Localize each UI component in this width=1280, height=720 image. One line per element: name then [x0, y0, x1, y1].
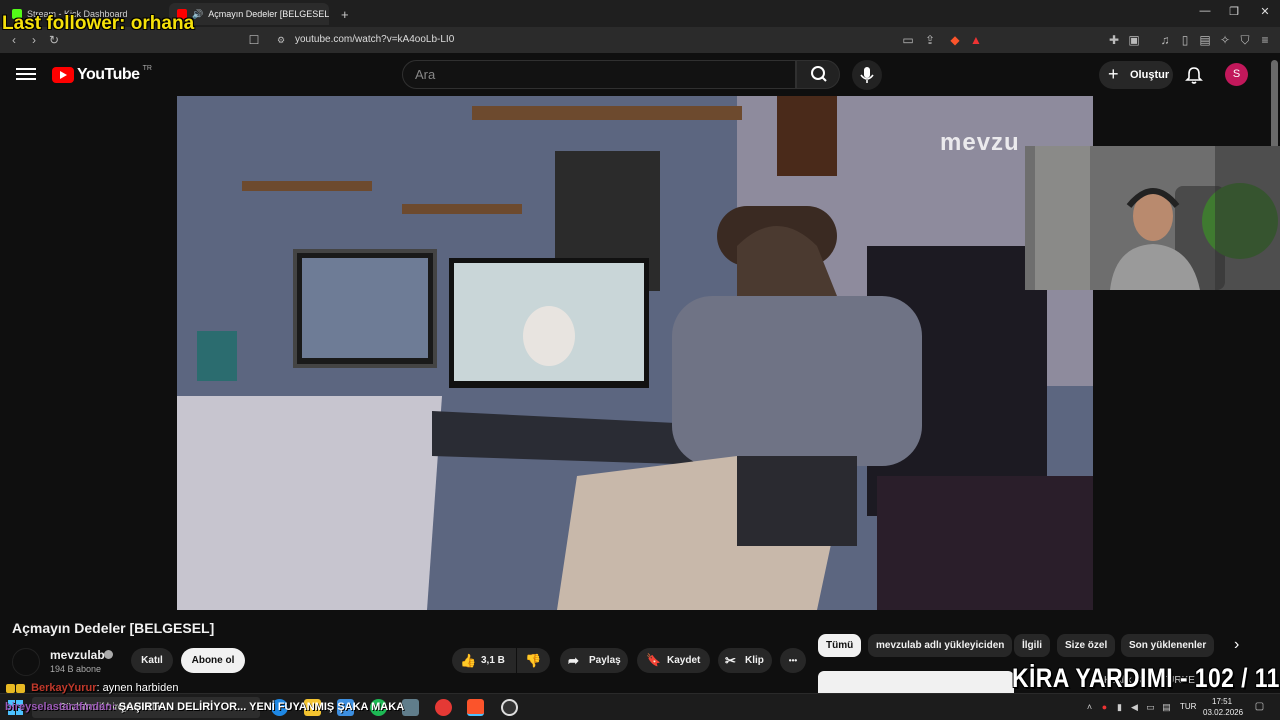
save-button[interactable]: 🔖 Kaydet: [637, 648, 710, 673]
voice-search-button[interactable]: [852, 60, 882, 90]
clock-time[interactable]: 17:51: [1212, 697, 1232, 706]
notifications-bell-icon[interactable]: [1184, 65, 1204, 85]
channel-avatar[interactable]: [12, 648, 40, 676]
brave-shield-icon[interactable]: ◆: [946, 31, 964, 49]
chip-from-uploader[interactable]: mevzulab adlı yükleyiciden: [868, 634, 1013, 657]
chat-text: : aynen harbiden: [96, 682, 179, 694]
extensions-icon[interactable]: ✚: [1105, 31, 1123, 49]
bookmark-icon[interactable]: ☐: [245, 31, 263, 49]
chip-related[interactable]: İlgili: [1014, 634, 1050, 657]
subscriber-count: 194 B abone: [50, 664, 102, 674]
obs-icon[interactable]: [501, 699, 518, 716]
address-bar[interactable]: youtube.com/watch?v=kA4ooLb-LI0: [268, 30, 988, 50]
input-language[interactable]: TUR: [1180, 702, 1196, 711]
webcam-image: [1025, 146, 1280, 290]
search-input[interactable]: Ara: [402, 60, 796, 89]
clock-date[interactable]: 03.02.2026: [1203, 708, 1243, 717]
chrome-icon[interactable]: [435, 699, 452, 716]
scissors-icon: ✂: [725, 653, 736, 668]
youtube-header: YouTube TR Ara Oluştur + S: [0, 53, 1280, 95]
plus-icon: +: [1108, 64, 1119, 84]
tray-overflow-icon[interactable]: ˄: [1084, 702, 1095, 713]
tab-label: Açmayın Dedeler [BELGESEL]: [208, 9, 329, 19]
cast-icon[interactable]: ▭: [899, 31, 917, 49]
browser-menu-icon[interactable]: ≡: [1256, 31, 1274, 49]
like-button[interactable]: 👍 3,1 B: [452, 648, 516, 673]
site-info-icon[interactable]: ⚙: [272, 31, 290, 49]
brave-rewards-icon[interactable]: ▲: [967, 31, 985, 49]
thumbs-down-icon: 👎: [525, 653, 542, 668]
minimize-button[interactable]: —: [1190, 5, 1220, 17]
chip-for-you[interactable]: Size özel: [1057, 634, 1116, 657]
clip-button[interactable]: ✂ Klip: [718, 648, 772, 673]
save-label: Kaydet: [667, 655, 701, 666]
streamer-webcam-overlay: [1025, 146, 1280, 290]
youtube-logo[interactable]: YouTube TR: [52, 64, 152, 84]
more-actions-button[interactable]: •••: [780, 648, 806, 673]
tray-network-icon[interactable]: ▭: [1145, 702, 1156, 713]
chat-message-overlay: BerkayYurur: aynen harbiden: [6, 682, 178, 694]
channel-name[interactable]: mevzulab: [50, 648, 105, 662]
dislike-button[interactable]: 👎: [517, 648, 550, 673]
video-player[interactable]: mevzu: [177, 96, 1093, 610]
tray-app-icon[interactable]: ●: [1099, 702, 1110, 713]
share-page-icon[interactable]: ⇪: [921, 31, 939, 49]
recommended-video-thumbnail[interactable]: [818, 671, 1014, 695]
chip-recent-uploads[interactable]: Son yüklenenler: [1121, 634, 1215, 657]
share-label: Paylaş: [589, 655, 621, 666]
leo-icon[interactable]: ✧: [1216, 31, 1234, 49]
hamburger-menu-icon[interactable]: [16, 65, 36, 83]
like-count: 3,1 B: [481, 655, 505, 666]
media-icon[interactable]: ♫: [1156, 31, 1174, 49]
video-watermark: mevzu: [940, 129, 1020, 156]
wallet-icon[interactable]: ▤: [1196, 31, 1214, 49]
sidebar-icon[interactable]: ▯: [1176, 31, 1194, 49]
share-icon: ➦: [568, 653, 579, 668]
account-avatar[interactable]: S: [1225, 63, 1248, 86]
share-button[interactable]: ➦ Paylaş: [560, 648, 628, 673]
restore-button[interactable]: ❐: [1219, 5, 1249, 18]
chat-username: BerkayYurur: [31, 682, 97, 694]
thumbs-up-icon: 👍: [460, 653, 477, 668]
video-frame-image: [177, 96, 1093, 610]
marquee-prefix: bireyselastarafından:: [5, 701, 116, 713]
new-tab-button[interactable]: +: [333, 3, 353, 25]
bookmark-save-icon: 🔖: [646, 653, 661, 667]
region-code: TR: [142, 64, 152, 72]
vpn-icon[interactable]: ⛉: [1236, 31, 1254, 49]
tray-display-icon[interactable]: ▤: [1161, 702, 1172, 713]
last-follower-overlay: Last follower: orhana: [2, 13, 195, 34]
youtube-play-icon: [52, 67, 74, 83]
chevron-right-icon[interactable]: ›: [1234, 636, 1239, 654]
microphone-icon: [860, 67, 874, 83]
chat-badges-icon: [6, 682, 28, 694]
youtube-logo-text: YouTube: [77, 66, 140, 83]
brave-taskbar-icon[interactable]: [467, 699, 484, 716]
rent-help-overlay: KİRA YARDIMI - 102 / 110: [1012, 663, 1280, 693]
clip-label: Klip: [745, 655, 764, 666]
tray-mic-icon[interactable]: ▮: [1114, 702, 1125, 713]
join-button[interactable]: Katıl: [131, 648, 173, 673]
search-icon: [811, 66, 827, 82]
chip-all[interactable]: Tümü: [818, 634, 862, 657]
marquee-text: ŞAŞIRTAN DELİRİYOR... YENİ FUYANMIŞ ŞAKA…: [118, 701, 405, 713]
subscribe-button[interactable]: Abone ol: [181, 648, 245, 673]
marquee-overlay: bireyselastarafından: ŞAŞIRTAN DELİRİYOR…: [5, 701, 404, 713]
notification-center-icon[interactable]: ▢: [1254, 701, 1265, 712]
screenshot-icon[interactable]: ▣: [1125, 31, 1143, 49]
close-window-button[interactable]: ✕: [1250, 5, 1280, 18]
verified-icon: [104, 650, 113, 659]
search-button[interactable]: [796, 60, 840, 89]
video-title: Açmayın Dedeler [BELGESEL]: [12, 620, 215, 636]
tray-volume-icon[interactable]: ◀: [1129, 702, 1140, 713]
calculator-icon[interactable]: [402, 699, 419, 716]
